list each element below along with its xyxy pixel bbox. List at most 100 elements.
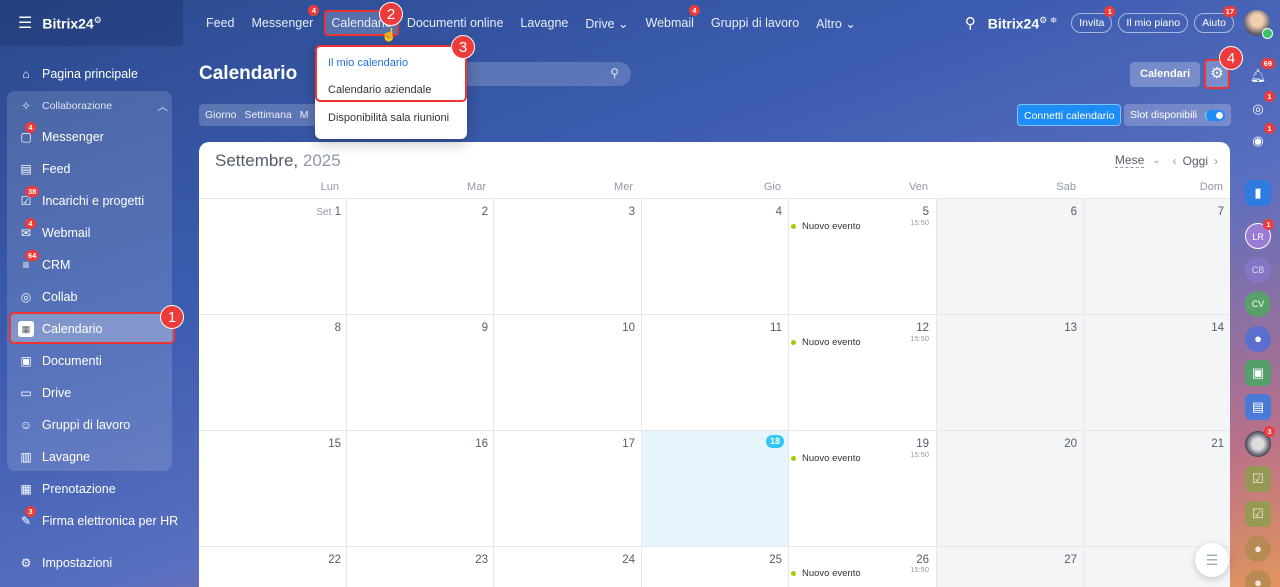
task-check-icon[interactable]: ☑ — [1245, 466, 1271, 492]
chat-bubble-icon[interactable]: ◉ 1 — [1245, 123, 1275, 154]
search-icon[interactable]: ⚲ — [965, 14, 976, 32]
available-slots-button[interactable]: Slot disponibili — [1124, 104, 1232, 126]
avatar-cv[interactable]: CV — [1245, 291, 1271, 317]
day-number[interactable]: 24 — [605, 554, 635, 566]
view-select[interactable]: Mese — [1114, 153, 1145, 168]
day-number[interactable]: 5 — [899, 206, 929, 218]
user-avatar[interactable] — [1244, 10, 1273, 39]
day-number[interactable]: 12 — [899, 322, 929, 334]
view-tabs: Giorno Settimana M — [199, 104, 323, 126]
nav-gruppi[interactable]: Gruppi di lavoro — [711, 16, 799, 30]
sidebar-item-documenti[interactable]: ▣ Documenti — [18, 350, 101, 372]
avatar-cb[interactable]: CB — [1245, 257, 1271, 283]
user-group-icon-2[interactable]: ● — [1245, 570, 1271, 587]
nav-documenti-online[interactable]: Documenti online — [407, 16, 504, 30]
crm-icon: ≡ 64 — [18, 250, 40, 273]
sidebar-item-firma[interactable]: ✎ 3 Firma elettronica per HR — [18, 506, 178, 532]
connect-calendar-button[interactable]: Connetti calendario — [1017, 104, 1122, 126]
sidebar-item-collab[interactable]: ◎ Collab — [18, 286, 78, 308]
day-number[interactable]: 27 — [1047, 554, 1077, 566]
sidebar-item-label: Impostazioni — [42, 556, 113, 570]
menu-item-my-calendar[interactable]: Il mio calendario — [328, 57, 408, 69]
day-number[interactable]: 8 — [311, 322, 341, 334]
day-number[interactable]: 6 — [1047, 206, 1077, 218]
day-number[interactable]: 9 — [458, 322, 488, 334]
nav-feed[interactable]: Feed — [206, 16, 235, 30]
sidebar-collab-header[interactable]: ✧ Collaborazione ︿ — [18, 95, 168, 117]
day-number[interactable]: 22 — [311, 554, 341, 566]
day-number[interactable]: 25 — [752, 554, 782, 566]
nav-drive[interactable]: Drive ⌄ — [585, 16, 628, 31]
my-plan-button[interactable]: Il mio piano — [1118, 13, 1189, 33]
menu-icon[interactable]: ☰ — [18, 13, 32, 33]
day-number[interactable]: 21 — [1194, 438, 1224, 450]
copilot-icon[interactable]: ◎ 1 — [1245, 91, 1275, 122]
day-number[interactable]: 16 — [458, 438, 488, 450]
tab-giorno[interactable]: Giorno — [205, 109, 237, 121]
slots-toggle[interactable] — [1205, 109, 1226, 121]
day-number[interactable]: 7 — [1194, 206, 1224, 218]
sidebar-item-home[interactable]: ⌂ Pagina principale — [18, 63, 138, 85]
nav-webmail[interactable]: Webmail 4 — [646, 5, 700, 30]
invite-button[interactable]: Invita 1 — [1071, 6, 1116, 33]
menu-item-meeting-rooms[interactable]: Disponibilità sala riunioni — [328, 112, 449, 124]
sidebar-item-tasks[interactable]: ☑ 38 Incarichi e progetti — [18, 186, 144, 212]
help-button[interactable]: Aiuto 17 — [1194, 6, 1237, 33]
sidebar-item-crm[interactable]: ≡ 64 CRM — [18, 250, 70, 276]
menu-item-company-calendar[interactable]: Calendario aziendale — [328, 84, 431, 96]
sidebar-item-calendario[interactable]: ▦ Calendario — [18, 318, 102, 340]
list-menu-icon[interactable]: ☰ — [1195, 543, 1229, 577]
calendar-event[interactable]: Nuovo evento 15:50 — [791, 218, 929, 232]
day-number[interactable]: Set 1 — [301, 206, 341, 218]
search-icon[interactable]: ⚲ — [610, 66, 619, 80]
day-number[interactable]: 3 — [605, 206, 635, 218]
calendar-event[interactable]: Nuovo evento 15:50 — [791, 565, 929, 579]
user-group-icon[interactable]: ● — [1245, 536, 1271, 562]
calendar-event[interactable]: Nuovo evento 15:50 — [791, 450, 929, 464]
day-number[interactable]: 10 — [605, 322, 635, 334]
bell-icon[interactable]: 🔔︎ 69 — [1245, 58, 1275, 89]
prev-icon[interactable]: ‹ — [1173, 154, 1177, 168]
avatar-photo[interactable]: 3 — [1245, 426, 1275, 457]
group-chat-icon[interactable]: ● — [1245, 326, 1271, 352]
nav-altro[interactable]: Altro ⌄ — [816, 16, 856, 31]
sidebar-item-gruppi[interactable]: ☺ Gruppi di lavoro — [18, 414, 130, 436]
avatar-lr[interactable]: LR 1 — [1245, 219, 1274, 249]
task-check-icon-2[interactable]: ☑ — [1245, 501, 1271, 527]
today-day-number[interactable]: 18 — [766, 435, 784, 448]
sidebar-item-drive[interactable]: ▭ Drive — [18, 382, 71, 404]
sidebar-item-messenger[interactable]: ▢ 4 Messenger — [18, 122, 104, 148]
day-number[interactable]: 19 — [899, 438, 929, 450]
chat-window-icon[interactable]: ▤ — [1245, 394, 1271, 420]
bookmark-icon[interactable]: ▮ — [1245, 180, 1271, 206]
tab-settimana[interactable]: Settimana — [245, 109, 292, 121]
day-number[interactable]: 14 — [1194, 322, 1224, 334]
sidebar-item-prenotazione[interactable]: ▦ Prenotazione — [18, 478, 115, 500]
day-number[interactable]: 20 — [1047, 438, 1077, 450]
grid-line — [641, 198, 642, 587]
day-number[interactable]: 11 — [752, 322, 782, 334]
bitrix24-logo-secondary[interactable]: Bitrix24⚙ ≑ — [988, 15, 1057, 32]
today-button[interactable]: Oggi — [1183, 154, 1208, 168]
tab-mese[interactable]: M — [300, 109, 309, 121]
sidebar-item-lavagne[interactable]: ▥ Lavagne — [18, 446, 90, 468]
contact-card-icon[interactable]: ▣ — [1245, 360, 1271, 386]
day-number[interactable]: 4 — [752, 206, 782, 218]
day-number[interactable]: 13 — [1047, 322, 1077, 334]
weekend-column-sat — [936, 199, 1083, 587]
sidebar-item-webmail[interactable]: ✉ 4 Webmail — [18, 218, 90, 244]
sidebar-item-impostazioni[interactable]: ⚙ Impostazioni — [18, 552, 113, 574]
sidebar-item-feed[interactable]: ▤ Feed — [18, 158, 70, 180]
status-play-icon — [1262, 28, 1273, 39]
day-number[interactable]: 17 — [605, 438, 635, 450]
day-number[interactable]: 23 — [458, 554, 488, 566]
bitrix24-logo[interactable]: Bitrix24⚙ — [42, 15, 101, 32]
calendars-button[interactable]: Calendari — [1130, 62, 1201, 87]
next-icon[interactable]: › — [1214, 154, 1218, 168]
day-number[interactable]: 15 — [311, 438, 341, 450]
nav-lavagne[interactable]: Lavagne — [520, 16, 568, 30]
nav-messenger[interactable]: Messenger 4 — [252, 5, 320, 30]
calendar-event[interactable]: Nuovo evento 15:50 — [791, 334, 929, 348]
invite-label: Invita — [1079, 17, 1105, 29]
day-number[interactable]: 2 — [458, 206, 488, 218]
